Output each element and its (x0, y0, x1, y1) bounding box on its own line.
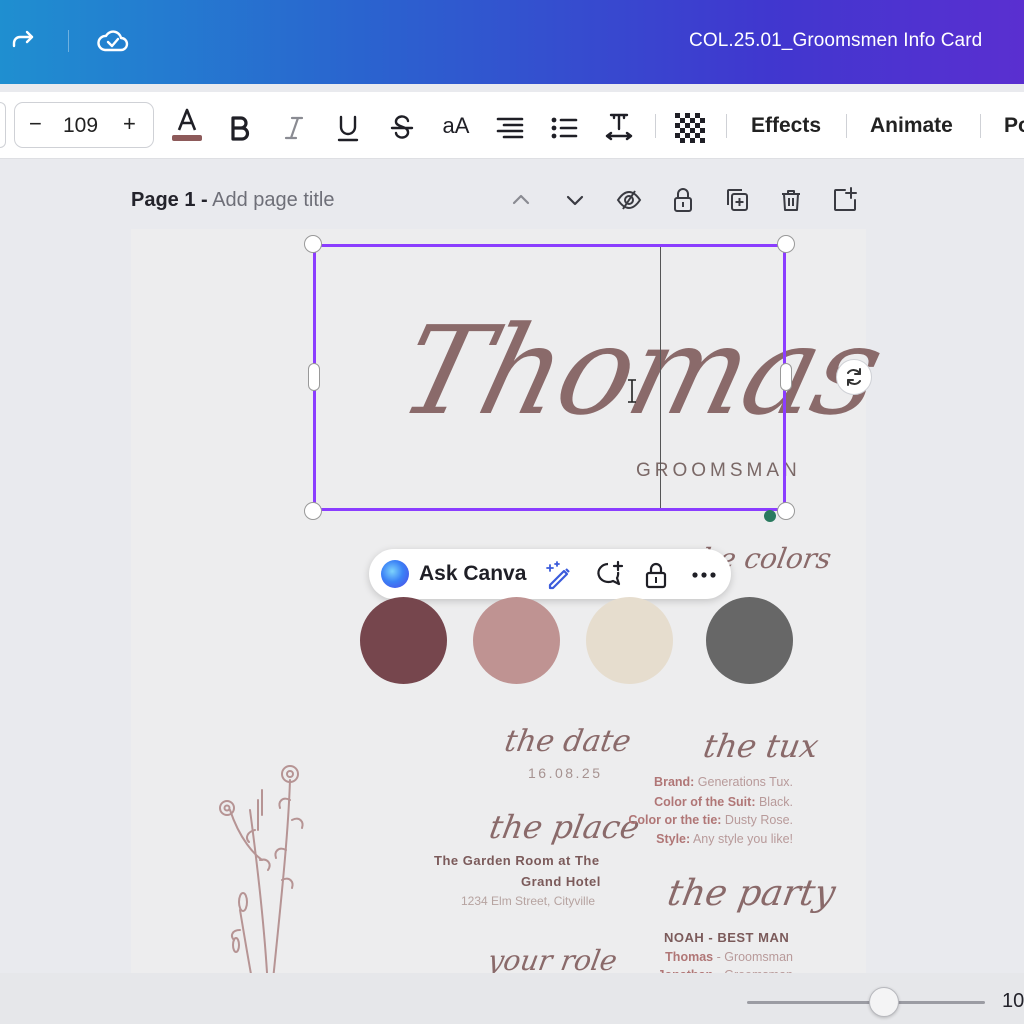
spacing-icon[interactable] (602, 108, 636, 144)
text-cursor-icon (626, 379, 638, 403)
tux-tie-color[interactable]: Color or the tie: Dusty Rose. (628, 813, 793, 827)
add-page-icon[interactable] (831, 186, 859, 214)
selection-box[interactable] (313, 244, 786, 511)
underline-button[interactable] (334, 110, 362, 146)
resize-handle-left[interactable] (308, 363, 320, 391)
canva-ai-logo-icon[interactable] (381, 560, 409, 588)
resize-handle-bottom-right[interactable] (777, 502, 795, 520)
collaborator-dot (764, 510, 776, 522)
party-heading[interactable]: the party (664, 873, 838, 914)
party-best-man[interactable]: NOAH - BEST MAN (664, 930, 789, 945)
color-swatch[interactable] (586, 597, 673, 684)
font-family-dropdown-edge[interactable] (0, 102, 6, 148)
place-name-line-2[interactable]: Grand Hotel (521, 874, 601, 889)
resize-handle-top-right[interactable] (777, 235, 795, 253)
zoom-slider-knob[interactable] (869, 987, 899, 1017)
tux-style[interactable]: Style: Any style you like! (656, 832, 793, 846)
page-label: Page 1 - (131, 189, 208, 211)
chevron-up-icon[interactable] (507, 186, 535, 214)
resize-handle-top-left[interactable] (304, 235, 322, 253)
tux-suit-color[interactable]: Color of the Suit: Black. (654, 795, 793, 809)
top-bar: COL.25.01_Groomsmen Info Card (0, 0, 1024, 84)
party-member-1[interactable]: Thomas - Groomsman (665, 950, 793, 964)
color-swatch[interactable] (706, 597, 793, 684)
place-address[interactable]: 1234 Elm Street, Cityville (461, 894, 595, 908)
duplicate-page-icon[interactable] (723, 186, 751, 214)
page-header: Page 1 - Add page title (131, 189, 334, 212)
floral-illustration[interactable] (210, 760, 320, 973)
list-bullets-icon[interactable] (548, 110, 580, 146)
lock-icon[interactable] (669, 186, 697, 214)
animate-button[interactable]: Animate (870, 114, 953, 138)
color-swatch[interactable] (360, 597, 447, 684)
increase-font-size-button[interactable]: + (123, 111, 136, 137)
cloud-saved-icon[interactable] (96, 26, 130, 56)
align-right-icon[interactable] (494, 110, 526, 146)
lock-element-icon[interactable] (642, 560, 670, 589)
page-title-input[interactable]: Add page title (212, 189, 334, 211)
rotate-handle[interactable] (836, 359, 872, 395)
text-color-button[interactable] (170, 106, 204, 142)
divider (68, 30, 69, 52)
divider (655, 114, 656, 138)
document-title[interactable]: COL.25.01_Groomsmen Info Card (689, 30, 982, 52)
ask-canva-bar: Ask Canva (369, 549, 731, 599)
divider (726, 114, 727, 138)
resize-handle-bottom-left[interactable] (304, 502, 322, 520)
redo-icon[interactable] (9, 26, 39, 56)
date-text[interactable]: 16.08.25 (528, 765, 603, 781)
trash-icon[interactable] (777, 186, 805, 214)
strikethrough-button[interactable] (388, 110, 416, 146)
font-size-value[interactable]: 109 (63, 114, 98, 138)
ask-canva-button[interactable]: Ask Canva (419, 562, 526, 586)
place-name-line-1[interactable]: The Garden Room at The (434, 853, 600, 868)
font-size-stepper[interactable]: − 109 + (14, 102, 154, 148)
tux-brand[interactable]: Brand: Generations Tux. (654, 775, 793, 789)
italic-button[interactable] (280, 110, 308, 146)
magic-edit-icon[interactable] (544, 560, 572, 590)
divider (846, 114, 847, 138)
color-swatch[interactable] (473, 597, 560, 684)
chevron-down-icon[interactable] (561, 186, 589, 214)
resize-handle-right[interactable] (780, 363, 792, 391)
more-options-icon[interactable] (689, 560, 717, 588)
zoom-percentage[interactable]: 10 (1002, 990, 1024, 1013)
add-comment-icon[interactable] (593, 560, 624, 588)
letter-case-button[interactable]: aA (438, 108, 474, 144)
date-heading[interactable]: the date (502, 724, 634, 759)
divider (980, 114, 981, 138)
zoom-slider-track[interactable] (747, 1001, 985, 1004)
position-button[interactable]: Po (1004, 114, 1024, 138)
hide-page-icon[interactable] (615, 186, 643, 214)
decrease-font-size-button[interactable]: − (29, 111, 42, 137)
effects-button[interactable]: Effects (751, 114, 821, 138)
bold-button[interactable] (224, 110, 256, 146)
rotate-icon (847, 368, 861, 386)
place-heading[interactable]: the place (487, 808, 643, 846)
tux-heading[interactable]: the tux (701, 727, 822, 765)
transparency-icon[interactable] (674, 110, 706, 146)
